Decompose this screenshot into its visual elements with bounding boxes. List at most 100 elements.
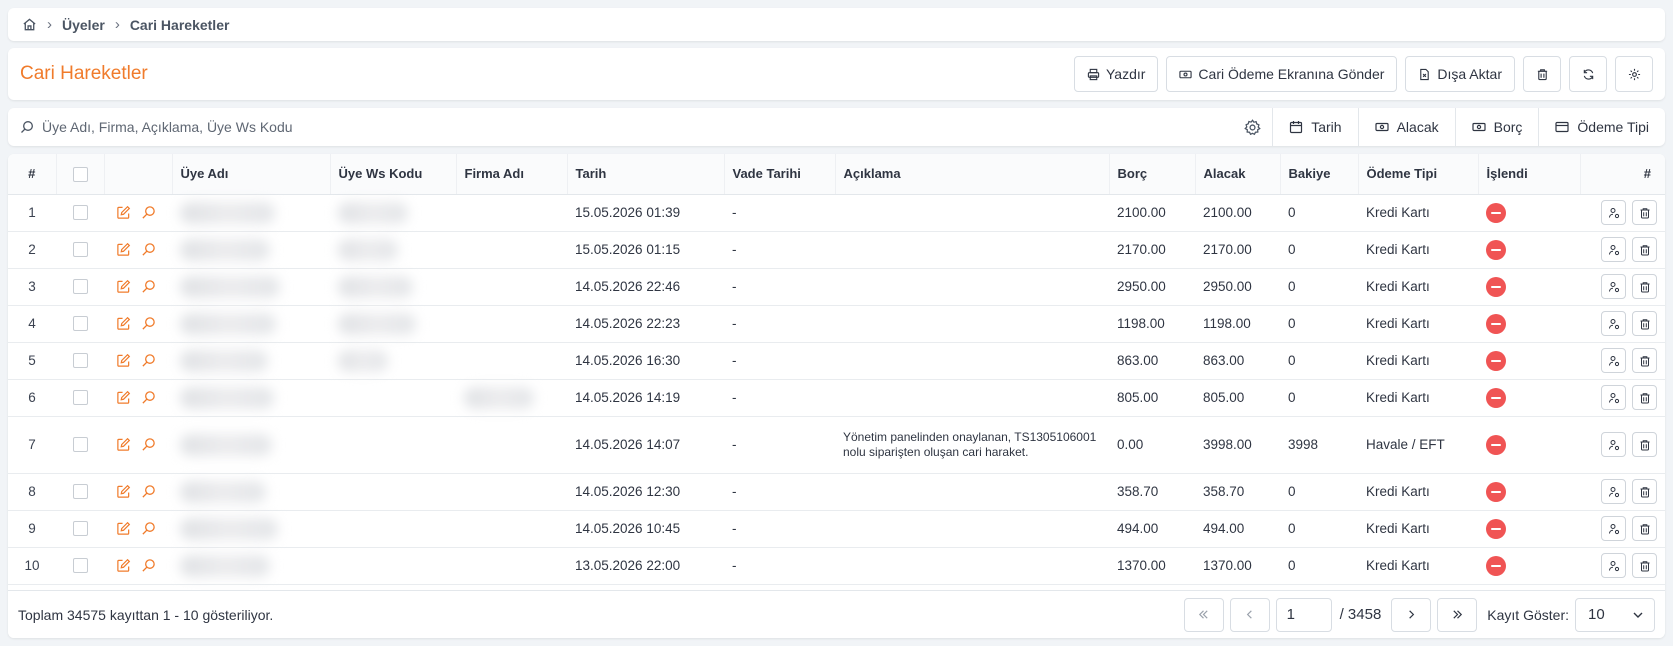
description-cell bbox=[835, 379, 1109, 417]
row-delete-button[interactable] bbox=[1632, 274, 1657, 299]
date-filter-button[interactable]: Tarih bbox=[1272, 108, 1357, 146]
user-settings-button[interactable] bbox=[1601, 432, 1626, 457]
edit-icon[interactable] bbox=[116, 205, 131, 220]
not-processed-icon[interactable] bbox=[1486, 277, 1506, 297]
not-processed-icon[interactable] bbox=[1486, 240, 1506, 260]
row-quick-actions bbox=[104, 547, 172, 585]
row-checkbox[interactable] bbox=[72, 279, 88, 295]
send-payment-screen-button[interactable]: Cari Ödeme Ekranına Gönder bbox=[1166, 56, 1398, 92]
row-quick-actions bbox=[104, 268, 172, 306]
not-processed-icon[interactable] bbox=[1486, 314, 1506, 334]
row-delete-button[interactable] bbox=[1632, 479, 1657, 504]
row-checkbox[interactable] bbox=[72, 205, 88, 221]
edit-icon[interactable] bbox=[116, 353, 131, 368]
col-due-date[interactable]: Vade Tarihi bbox=[724, 154, 836, 195]
home-icon[interactable] bbox=[22, 17, 37, 32]
edit-icon[interactable] bbox=[116, 484, 131, 499]
row-checkbox[interactable] bbox=[72, 390, 88, 406]
search-icon[interactable] bbox=[141, 242, 156, 257]
col-processed[interactable]: İşlendi bbox=[1478, 154, 1581, 195]
row-delete-button[interactable] bbox=[1632, 432, 1657, 457]
edit-icon[interactable] bbox=[116, 521, 131, 536]
row-checkbox[interactable] bbox=[72, 521, 88, 537]
user-settings-button[interactable] bbox=[1601, 385, 1626, 410]
not-processed-icon[interactable] bbox=[1486, 482, 1506, 502]
breadcrumb-item-members[interactable]: Üyeler bbox=[62, 17, 105, 33]
delete-button[interactable] bbox=[1523, 56, 1561, 92]
search-icon[interactable] bbox=[141, 279, 156, 294]
search-icon[interactable] bbox=[141, 390, 156, 405]
company-name-cell bbox=[456, 194, 567, 232]
row-delete-button[interactable] bbox=[1632, 200, 1657, 225]
last-page-button[interactable] bbox=[1437, 597, 1478, 632]
row-checkbox[interactable] bbox=[72, 558, 88, 574]
payment-type-filter-button[interactable]: Ödeme Tipi bbox=[1538, 108, 1665, 146]
col-member-ws-code[interactable]: Üye Ws Kodu bbox=[330, 154, 457, 195]
select-all-checkbox[interactable] bbox=[72, 166, 88, 182]
ws-code-redacted bbox=[338, 238, 398, 261]
print-button[interactable]: Yazdır bbox=[1073, 56, 1159, 92]
col-member-name[interactable]: Üye Adı bbox=[172, 154, 331, 195]
page-size-select[interactable]: 10 bbox=[1575, 597, 1655, 632]
search-icon[interactable] bbox=[141, 558, 156, 573]
user-settings-button[interactable] bbox=[1601, 553, 1626, 578]
not-processed-icon[interactable] bbox=[1486, 556, 1506, 576]
settings-button[interactable] bbox=[1615, 56, 1653, 92]
col-debit[interactable]: Borç bbox=[1109, 154, 1196, 195]
user-settings-button[interactable] bbox=[1601, 200, 1626, 225]
not-processed-icon[interactable] bbox=[1486, 519, 1506, 539]
col-date[interactable]: Tarih bbox=[567, 154, 725, 195]
export-button[interactable]: Dışa Aktar bbox=[1405, 56, 1515, 92]
search-box bbox=[8, 108, 1232, 146]
company-name-cell bbox=[456, 473, 567, 511]
next-page-button[interactable] bbox=[1391, 597, 1432, 632]
not-processed-icon[interactable] bbox=[1486, 203, 1506, 223]
row-checkbox[interactable] bbox=[72, 353, 88, 369]
row-delete-button[interactable] bbox=[1632, 311, 1657, 336]
not-processed-icon[interactable] bbox=[1486, 351, 1506, 371]
search-icon[interactable] bbox=[141, 353, 156, 368]
user-settings-button[interactable] bbox=[1601, 237, 1626, 262]
row-delete-button[interactable] bbox=[1632, 516, 1657, 541]
row-checkbox[interactable] bbox=[72, 242, 88, 258]
not-processed-icon[interactable] bbox=[1486, 435, 1506, 455]
user-settings-button[interactable] bbox=[1601, 348, 1626, 373]
not-processed-icon[interactable] bbox=[1486, 388, 1506, 408]
edit-icon[interactable] bbox=[116, 316, 131, 331]
credit-filter-button[interactable]: Alacak bbox=[1357, 108, 1455, 146]
col-description[interactable]: Açıklama bbox=[835, 154, 1110, 195]
search-icon[interactable] bbox=[141, 437, 156, 452]
row-delete-button[interactable] bbox=[1632, 348, 1657, 373]
debit-filter-button[interactable]: Borç bbox=[1454, 108, 1539, 146]
edit-icon[interactable] bbox=[116, 390, 131, 405]
col-credit[interactable]: Alacak bbox=[1195, 154, 1281, 195]
edit-icon[interactable] bbox=[116, 279, 131, 294]
search-icon[interactable] bbox=[141, 484, 156, 499]
edit-icon[interactable] bbox=[116, 558, 131, 573]
row-delete-button[interactable] bbox=[1632, 553, 1657, 578]
search-icon[interactable] bbox=[141, 316, 156, 331]
user-settings-button[interactable] bbox=[1601, 311, 1626, 336]
search-settings-button[interactable] bbox=[1232, 108, 1272, 146]
prev-page-button[interactable] bbox=[1229, 597, 1270, 632]
row-checkbox[interactable] bbox=[72, 484, 88, 500]
member-ws-code-cell bbox=[330, 342, 456, 380]
user-settings-button[interactable] bbox=[1601, 516, 1626, 541]
search-input[interactable] bbox=[42, 119, 942, 135]
user-settings-button[interactable] bbox=[1601, 479, 1626, 504]
col-payment-type[interactable]: Ödeme Tipi bbox=[1358, 154, 1479, 195]
first-page-button[interactable] bbox=[1183, 597, 1224, 632]
search-icon[interactable] bbox=[141, 205, 156, 220]
row-checkbox[interactable] bbox=[72, 437, 88, 453]
col-balance[interactable]: Bakiye bbox=[1280, 154, 1359, 195]
edit-icon[interactable] bbox=[116, 242, 131, 257]
row-checkbox[interactable] bbox=[72, 316, 88, 332]
edit-icon[interactable] bbox=[116, 437, 131, 452]
row-delete-button[interactable] bbox=[1632, 237, 1657, 262]
user-settings-button[interactable] bbox=[1601, 274, 1626, 299]
row-delete-button[interactable] bbox=[1632, 385, 1657, 410]
search-icon[interactable] bbox=[141, 521, 156, 536]
col-company-name[interactable]: Firma Adı bbox=[456, 154, 568, 195]
refresh-button[interactable] bbox=[1569, 56, 1607, 92]
page-number-input[interactable] bbox=[1275, 597, 1332, 632]
